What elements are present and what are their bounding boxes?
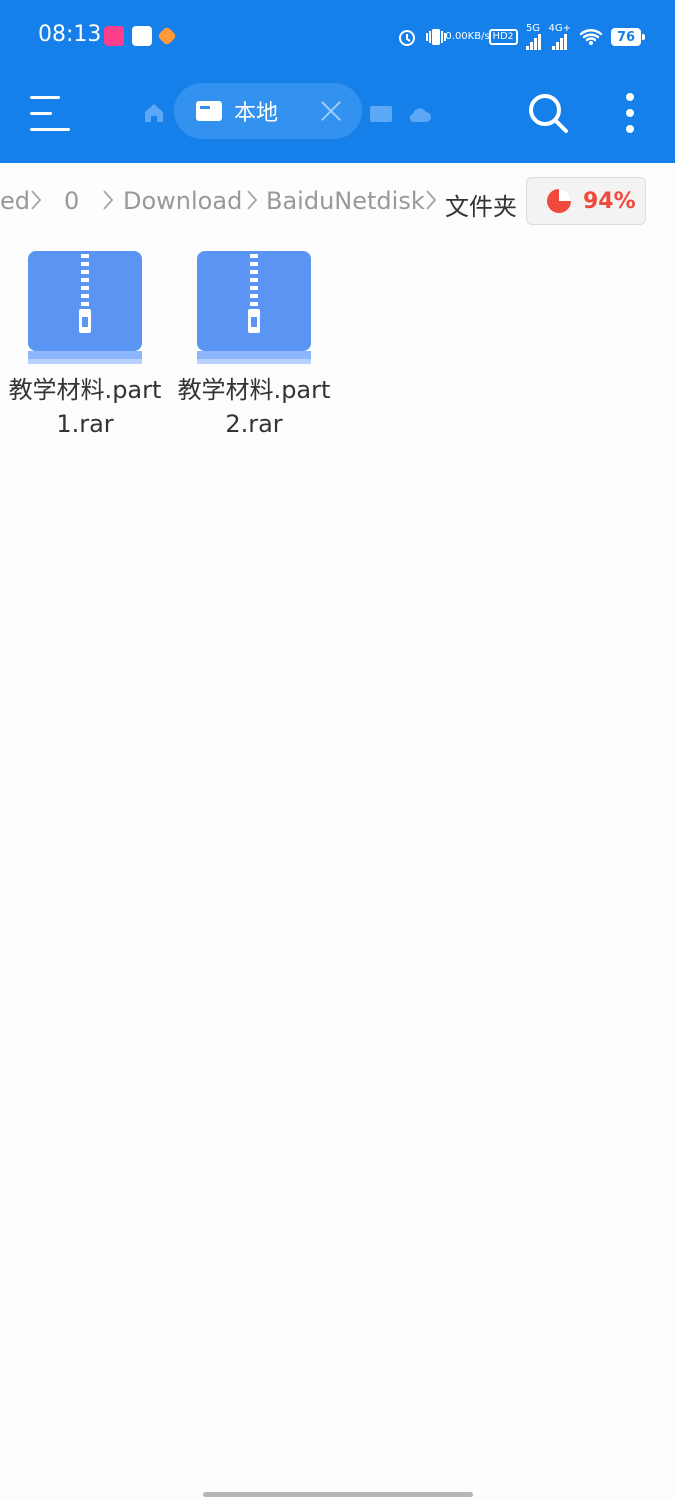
drive-icon[interactable]: [370, 106, 392, 122]
app-heart-icon: [157, 26, 177, 46]
signal-bars-icon: [552, 34, 568, 50]
menu-dot: [626, 93, 634, 101]
menu-line: [30, 112, 52, 115]
status-bar: 08:13 0.00 KB/s HD 2 5G 4G+ 76: [0, 0, 675, 75]
breadcrumb-item[interactable]: ed: [0, 187, 30, 215]
pie-chart-icon: [547, 189, 571, 213]
search-icon: [529, 94, 568, 133]
local-storage-icon: [196, 101, 222, 121]
tab-local[interactable]: 本地: [174, 83, 362, 139]
hd-indicator: HD 2: [488, 29, 518, 45]
breadcrumb-current: 文件夹: [445, 193, 517, 221]
menu-dot: [626, 125, 634, 133]
app-card-icon: [132, 26, 152, 46]
menu-line: [30, 128, 70, 131]
wifi-icon: [579, 27, 603, 47]
signal-4g: 4G+: [549, 24, 571, 50]
zip-file-icon: [28, 251, 142, 364]
file-name: 教学材料.part1.rar: [8, 376, 162, 438]
home-indicator[interactable]: [203, 1492, 473, 1497]
battery-icon: 76: [611, 28, 645, 46]
menu-dot: [626, 109, 634, 117]
search-button[interactable]: [526, 91, 570, 135]
zip-file-icon: [197, 251, 311, 364]
chevron-right-icon: [426, 190, 437, 210]
status-time: 08:13: [38, 22, 102, 47]
breadcrumb-item[interactable]: 0: [64, 187, 79, 215]
cloud-icon[interactable]: [408, 106, 432, 124]
storage-usage-badge[interactable]: 94%: [526, 177, 646, 225]
network-speed: 0.00 KB/s: [445, 31, 490, 42]
status-right: 0.00 KB/s HD 2 5G 4G+ 76: [397, 24, 645, 50]
file-name: 教学材料.part2.rar: [177, 376, 331, 438]
home-icon[interactable]: [142, 101, 166, 125]
close-icon[interactable]: [320, 100, 342, 122]
tab-label: 本地: [234, 101, 279, 126]
more-vertical-icon[interactable]: [620, 91, 640, 135]
chevron-right-icon: [247, 190, 258, 210]
alarm-icon: [397, 27, 417, 47]
signal-5g: 5G: [525, 24, 541, 50]
storage-percent: 94%: [583, 188, 636, 214]
chevron-right-icon: [103, 190, 114, 210]
app-pink-icon: [104, 26, 124, 46]
vibrate-icon: [425, 27, 447, 47]
breadcrumb-item[interactable]: Download: [123, 187, 242, 215]
status-notification-icons: [104, 26, 177, 46]
menu-button[interactable]: [30, 96, 74, 132]
chevron-right-icon: [31, 190, 42, 210]
menu-line: [30, 96, 60, 99]
signal-bars-icon: [525, 34, 541, 50]
breadcrumb-item[interactable]: BaiduNetdisk: [266, 187, 425, 215]
app-bar: 本地: [0, 75, 675, 163]
